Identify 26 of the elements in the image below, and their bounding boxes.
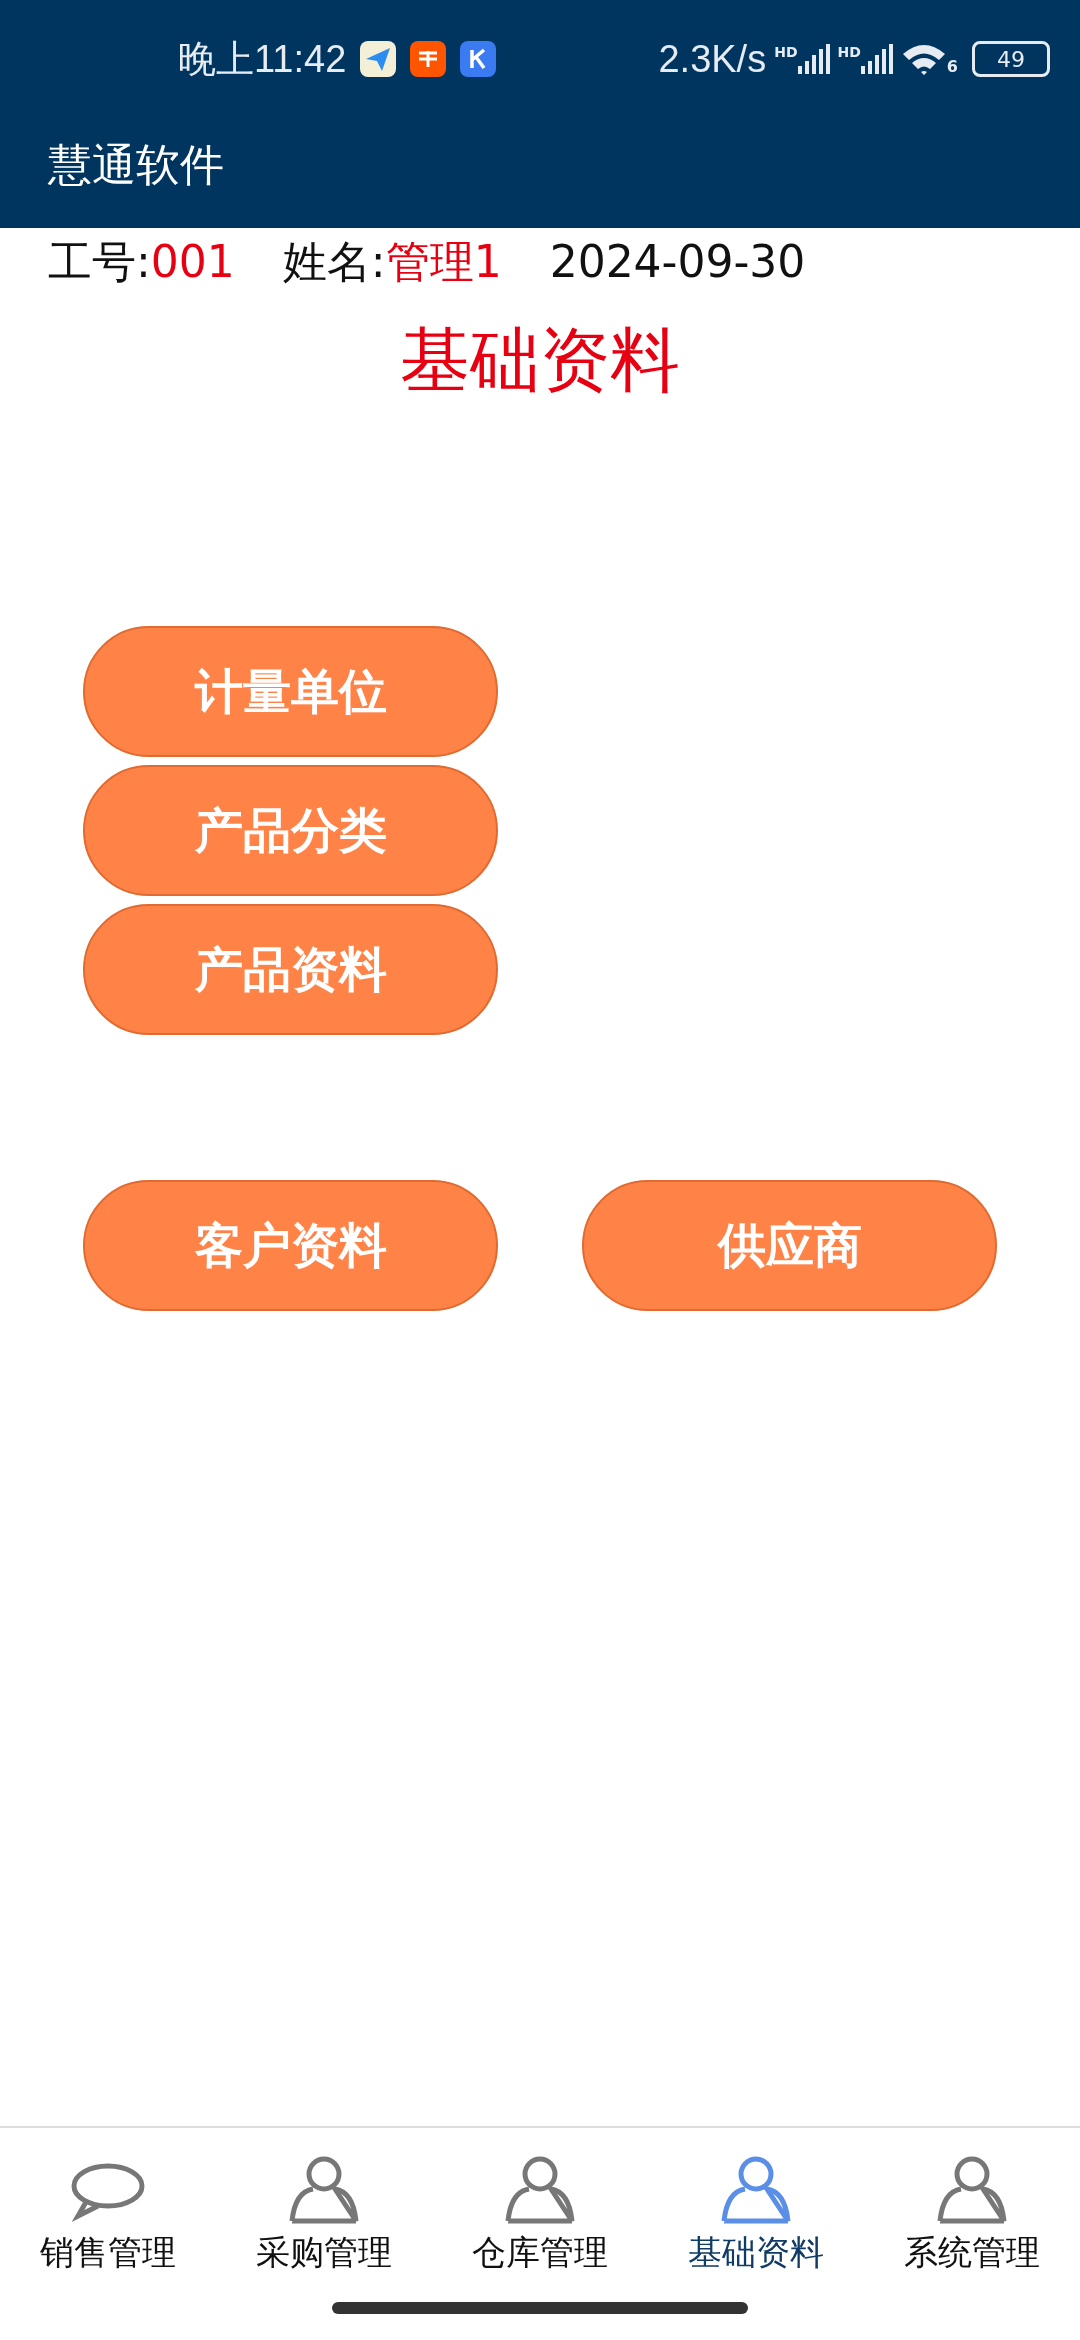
nav-tab[interactable]: 采购管理 (216, 2138, 432, 2276)
person-icon (721, 2154, 791, 2224)
wifi-label: 6 (946, 57, 958, 76)
page-heading: 基础资料 (399, 318, 681, 403)
home-indicator[interactable] (332, 2302, 748, 2314)
person-icon (505, 2154, 575, 2224)
app-title: 慧通软件 (47, 138, 225, 192)
date-text: 2024-09-30 (549, 235, 806, 289)
app-icon (460, 41, 497, 77)
person-icon (937, 2154, 1007, 2224)
nav-tab[interactable]: 系统管理 (864, 2138, 1080, 2276)
hd-label: HD (774, 44, 798, 60)
signal-icon (797, 44, 830, 74)
nav-tab[interactable]: 销售管理 (0, 2138, 216, 2276)
nav-tab[interactable]: 仓库管理 (432, 2138, 648, 2276)
info-text: 工号:001 (48, 235, 235, 289)
nav-tab[interactable]: 基础资料 (648, 2138, 864, 2276)
info-text: 姓名:管理1 (282, 235, 502, 289)
app-icon (410, 41, 447, 77)
network-speed: 2.3K/s (658, 37, 767, 81)
hd-label: HD (837, 44, 861, 60)
battery-icon: 49 (972, 41, 1050, 77)
signal-icon (860, 44, 893, 74)
person-icon (289, 2154, 359, 2224)
plane-icon (360, 41, 397, 77)
status-time: 晚上11:42 (178, 36, 347, 82)
